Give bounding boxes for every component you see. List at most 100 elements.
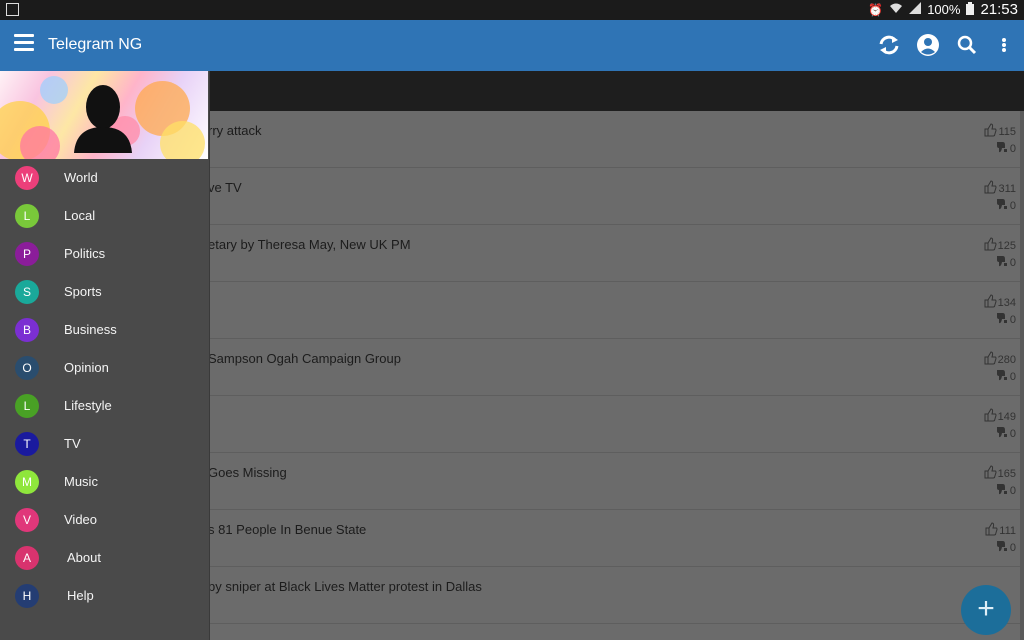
- article-title: s 81 People In Benue State: [208, 522, 367, 537]
- thumbs-up-icon: [984, 522, 998, 539]
- dislike-value: 0: [1009, 484, 1016, 497]
- like-value: 311: [998, 182, 1016, 195]
- thumbs-down-icon: [994, 140, 1008, 157]
- dislike-count[interactable]: 0: [994, 311, 1016, 328]
- status-icons: ⏰ 100% 21:53: [868, 1, 1018, 18]
- like-count[interactable]: 165: [983, 465, 1016, 482]
- drawer-item-lifestyle[interactable]: L Lifestyle: [0, 387, 209, 425]
- dislike-value: 0: [1009, 256, 1016, 269]
- dislike-value: 0: [1009, 370, 1016, 383]
- drawer-item-help[interactable]: H Help: [0, 577, 209, 615]
- thumbs-up-icon: [983, 294, 997, 311]
- drawer-item-label: Help: [67, 588, 94, 603]
- alarm-icon: ⏰: [868, 2, 884, 17]
- like-value: 111: [999, 524, 1016, 537]
- account-icon[interactable]: [915, 32, 941, 58]
- drawer-item-video[interactable]: V Video: [0, 501, 209, 539]
- search-icon[interactable]: [954, 32, 980, 58]
- drawer-item-label: World: [64, 170, 98, 185]
- dislike-count[interactable]: 0: [994, 539, 1016, 556]
- add-button[interactable]: +: [961, 585, 1011, 635]
- like-count[interactable]: 134: [983, 294, 1016, 311]
- thumbs-down-icon: [994, 197, 1008, 214]
- thumbs-down-icon: [994, 482, 1008, 499]
- like-value: 280: [997, 353, 1016, 366]
- thumbs-up-icon: [983, 180, 997, 197]
- like-value: 134: [997, 296, 1016, 309]
- navigation-drawer: W World L Local P Politics S Sports B Business O Op…: [0, 71, 210, 640]
- drawer-item-label: About: [67, 550, 101, 565]
- dislike-count[interactable]: 0: [994, 197, 1016, 214]
- refresh-icon[interactable]: [876, 32, 902, 58]
- like-count[interactable]: 111: [984, 522, 1016, 539]
- drawer-item-badge: W: [15, 166, 39, 190]
- drawer-item-tv[interactable]: T TV: [0, 425, 209, 463]
- gallery-icon: [6, 3, 19, 16]
- drawer-item-opinion[interactable]: O Opinion: [0, 349, 209, 387]
- app-title: Telegram NG: [48, 36, 143, 53]
- thumbs-up-icon: [983, 465, 997, 482]
- drawer-item-badge: L: [15, 204, 39, 228]
- article-title: etary by Theresa May, New UK PM: [208, 237, 411, 252]
- drawer-item-world[interactable]: W World: [0, 159, 209, 197]
- drawer-header: [0, 71, 208, 159]
- drawer-item-local[interactable]: L Local: [0, 197, 209, 235]
- thumbs-down-icon: [994, 311, 1008, 328]
- app-bar: Telegram NG: [0, 20, 1024, 71]
- drawer-item-label: Video: [64, 512, 98, 527]
- like-count[interactable]: 115: [983, 123, 1016, 140]
- drawer-item-badge: M: [15, 470, 39, 494]
- drawer-item-business[interactable]: B Business: [0, 311, 209, 349]
- drawer-item-label: Politics: [64, 246, 106, 261]
- thumbs-down-icon: [994, 539, 1008, 556]
- wifi-icon: [889, 2, 903, 17]
- dislike-value: 0: [1009, 199, 1016, 212]
- avatar[interactable]: [72, 77, 134, 153]
- overflow-menu-icon[interactable]: [994, 32, 1014, 58]
- like-value: 115: [998, 125, 1016, 138]
- battery-icon: [966, 1, 975, 18]
- dislike-count[interactable]: 0: [994, 254, 1016, 271]
- dislike-count[interactable]: 0: [994, 368, 1016, 385]
- thumbs-down-icon: [994, 368, 1008, 385]
- dislike-value: 0: [1009, 142, 1016, 155]
- drawer-item-badge: T: [15, 432, 39, 456]
- article-title: ve TV: [208, 180, 242, 195]
- signal-icon: [909, 2, 922, 17]
- dislike-count[interactable]: 0: [994, 140, 1016, 157]
- thumbs-down-icon: [994, 425, 1008, 442]
- drawer-item-label: Lifestyle: [64, 398, 112, 413]
- like-count[interactable]: 280: [983, 351, 1016, 368]
- drawer-item-label: TV: [64, 436, 81, 451]
- drawer-item-sports[interactable]: S Sports: [0, 273, 209, 311]
- drawer-item-politics[interactable]: P Politics: [0, 235, 209, 273]
- menu-icon[interactable]: [14, 34, 34, 54]
- drawer-item-about[interactable]: A About: [0, 539, 209, 577]
- scrollbar[interactable]: [1020, 111, 1024, 640]
- drawer-item-badge: B: [15, 318, 39, 342]
- article-title: rry attack: [208, 123, 262, 138]
- article-title: Sampson Ogah Campaign Group: [208, 351, 401, 366]
- drawer-item-badge: L: [15, 394, 39, 418]
- dislike-value: 0: [1009, 427, 1016, 440]
- drawer-item-label: Business: [64, 322, 117, 337]
- like-count[interactable]: 125: [983, 237, 1016, 254]
- thumbs-up-icon: [983, 237, 997, 254]
- like-count[interactable]: 311: [983, 180, 1016, 197]
- like-value: 125: [997, 239, 1016, 252]
- dislike-value: 0: [1009, 541, 1016, 554]
- like-value: 165: [997, 467, 1016, 480]
- drawer-item-label: Music: [64, 474, 98, 489]
- drawer-item-music[interactable]: M Music: [0, 463, 209, 501]
- thumbs-up-icon: [983, 408, 997, 425]
- article-title: by sniper at Black Lives Matter protest …: [208, 579, 482, 594]
- like-count[interactable]: 149: [983, 408, 1016, 425]
- drawer-item-badge: S: [15, 280, 39, 304]
- drawer-item-badge: A: [15, 546, 39, 570]
- drawer-item-badge: H: [15, 584, 39, 608]
- dislike-count[interactable]: 0: [994, 425, 1016, 442]
- drawer-item-badge: P: [15, 242, 39, 266]
- dislike-value: 0: [1009, 313, 1016, 326]
- dislike-count[interactable]: 0: [994, 482, 1016, 499]
- drawer-menu: W World L Local P Politics S Sports B Business O Op…: [0, 159, 209, 615]
